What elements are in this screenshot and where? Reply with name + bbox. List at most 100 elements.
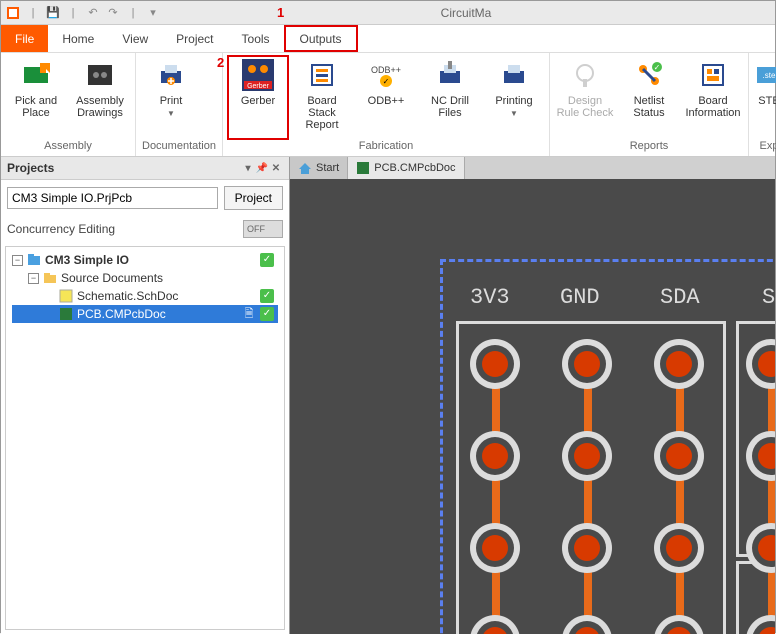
project-name-input[interactable]	[7, 187, 218, 209]
redo-icon[interactable]: ↷	[105, 5, 121, 21]
pcb-icon	[356, 161, 370, 175]
status-ok-icon: ✓	[260, 307, 274, 321]
close-icon[interactable]: ✕	[269, 163, 283, 174]
pcb-pad	[654, 339, 704, 389]
copper-trace	[584, 351, 592, 634]
pcb-pad	[562, 523, 612, 573]
menu-view[interactable]: View	[108, 25, 162, 52]
gerber-icon: Gerber	[242, 59, 274, 91]
pick-and-place-icon	[20, 59, 52, 91]
svg-text:✓: ✓	[654, 63, 661, 72]
project-tree[interactable]: − CM3 Simple IO ✓ − Source Documents	[5, 246, 285, 630]
nc-drill-button[interactable]: NC Drill Files	[421, 57, 479, 138]
menu-file[interactable]: File	[1, 25, 48, 52]
chevron-down-icon: ▼	[167, 109, 175, 118]
assembly-drawings-icon	[84, 59, 116, 91]
menu-outputs[interactable]: Outputs	[284, 25, 358, 52]
title-bar: | 💾 | ↶ ↷ | ▾ CircuitMa	[1, 1, 775, 25]
board-stack-label: Board Stack Report	[293, 95, 351, 131]
pcb-canvas[interactable]: 3V3 GND SDA SCL	[290, 179, 775, 634]
pcb-pad	[654, 431, 704, 481]
group-label-documentation: Documentation	[142, 138, 216, 156]
printing-button[interactable]: Printing ▼	[485, 57, 543, 138]
odb-label: ODB++	[368, 95, 405, 107]
tab-pcb[interactable]: PCB.CMPcbDoc	[348, 157, 464, 179]
menu-view-label: View	[122, 32, 148, 46]
pin-icon[interactable]: 📌	[255, 163, 269, 174]
board-information-button[interactable]: Board Information	[684, 57, 742, 138]
board-stack-report-button[interactable]: Board Stack Report	[293, 57, 351, 138]
tree-schematic[interactable]: Schematic.SchDoc ✓	[12, 287, 278, 305]
projects-panel-title: Projects	[7, 161, 54, 175]
menu-project[interactable]: Project	[162, 25, 227, 52]
group-label-reports: Reports	[556, 138, 742, 156]
tab-pcb-label: PCB.CMPcbDoc	[374, 162, 455, 174]
print-button[interactable]: Print ▼	[142, 57, 200, 138]
pcb-pad	[654, 615, 704, 634]
pcb-pad	[746, 523, 775, 573]
svg-text:.ste: .ste	[763, 71, 776, 80]
tab-start[interactable]: Start	[290, 157, 348, 179]
netlist-status-button[interactable]: ✓ Netlist Status	[620, 57, 678, 138]
pcb-pad	[470, 431, 520, 481]
home-icon	[298, 161, 312, 175]
save-icon[interactable]: 💾	[45, 5, 61, 21]
tree-folder-label: Source Documents	[61, 271, 274, 285]
menu-outputs-label: Outputs	[300, 32, 342, 46]
net-label: 3V3	[470, 285, 510, 310]
step-export-button[interactable]: .ste STE	[755, 57, 776, 138]
tree-collapse-icon[interactable]: −	[12, 255, 23, 266]
svg-text:ODB++: ODB++	[371, 65, 401, 75]
menu-home-label: Home	[62, 32, 94, 46]
net-label: GND	[560, 285, 600, 310]
printing-label: Printing	[495, 95, 532, 107]
ribbon-group-assembly: Pick and Place Assembly Drawings Assembl…	[1, 53, 136, 156]
folder-icon	[43, 271, 57, 285]
project-button[interactable]: Project	[224, 186, 283, 210]
svg-text:✓: ✓	[383, 77, 390, 86]
app-icon	[5, 5, 21, 21]
workspace: Projects ▾ 📌 ✕ Project Concurrency Editi…	[1, 157, 775, 634]
tree-pcb[interactable]: PCB.CMPcbDoc 🗎 ✓	[12, 305, 278, 323]
qat-separator: |	[25, 5, 41, 21]
pcb-icon	[59, 307, 73, 321]
quick-access-toolbar: | 💾 | ↶ ↷ | ▾	[5, 5, 161, 21]
menu-project-label: Project	[176, 32, 213, 46]
pcb-pad	[654, 523, 704, 573]
design-rule-check-button[interactable]: Design Rule Check	[556, 57, 614, 138]
qat-separator: |	[125, 5, 141, 21]
netlist-label: Netlist Status	[620, 95, 678, 119]
qat-separator: |	[65, 5, 81, 21]
concurrency-toggle[interactable]: OFF	[243, 220, 283, 238]
net-label: SCL	[762, 285, 775, 310]
tree-folder[interactable]: − Source Documents	[12, 269, 278, 287]
window-title: CircuitMa	[161, 6, 771, 20]
pcb-pad	[470, 523, 520, 573]
nc-drill-icon	[434, 59, 466, 91]
assembly-drawings-label: Assembly Drawings	[71, 95, 129, 119]
netlist-icon: ✓	[633, 59, 665, 91]
gerber-button[interactable]: Gerber Gerber	[229, 57, 287, 138]
qat-dropdown-icon[interactable]: ▾	[145, 5, 161, 21]
assembly-drawings-button[interactable]: Assembly Drawings	[71, 57, 129, 138]
menu-home[interactable]: Home	[48, 25, 108, 52]
odb-button[interactable]: ODB++ ✓ ODB++	[357, 57, 415, 138]
tab-start-label: Start	[316, 162, 339, 174]
projects-panel-header: Projects ▾ 📌 ✕	[1, 157, 289, 180]
group-label-export: Exp	[755, 138, 776, 156]
svg-text:Gerber: Gerber	[247, 83, 269, 90]
net-label: SDA	[660, 285, 700, 310]
tree-collapse-icon[interactable]: −	[28, 273, 39, 284]
menu-file-label: File	[15, 32, 34, 46]
copper-trace	[492, 351, 500, 634]
menu-tools[interactable]: Tools	[228, 25, 284, 52]
ribbon-group-fabrication: Gerber Gerber Board Stack Report ODB++ ✓ …	[223, 53, 550, 156]
pcb-pad	[746, 615, 775, 634]
menu-bar: File Home View Project Tools Outputs 1	[1, 25, 775, 53]
tree-root-label: CM3 Simple IO	[45, 253, 256, 267]
undo-icon[interactable]: ↶	[85, 5, 101, 21]
pick-and-place-button[interactable]: Pick and Place	[7, 57, 65, 138]
pick-and-place-label: Pick and Place	[7, 95, 65, 119]
tree-root[interactable]: − CM3 Simple IO ✓	[12, 251, 278, 269]
panel-options-icon[interactable]: ▾	[241, 163, 255, 174]
